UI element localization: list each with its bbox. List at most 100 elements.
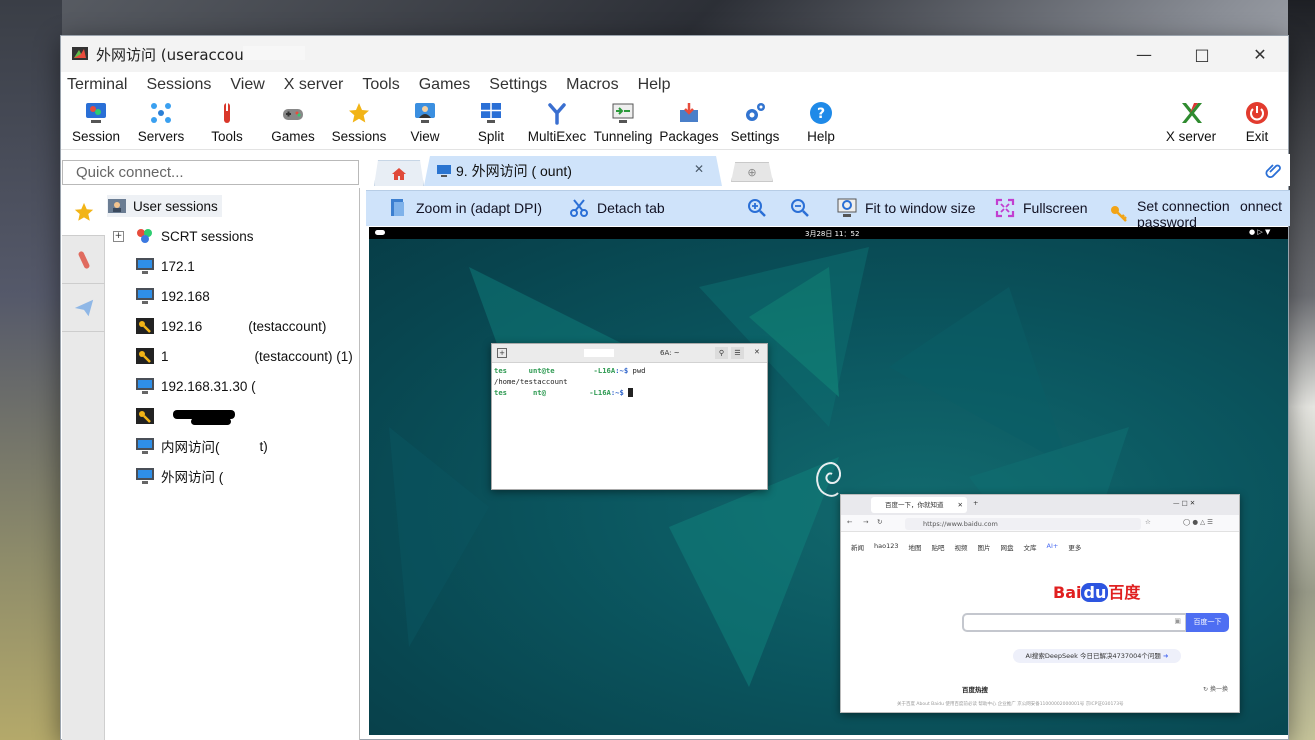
session-item[interactable]: 172.1 xyxy=(135,255,195,277)
close-icon[interactable]: ✕ xyxy=(754,348,760,356)
zoom-out-button[interactable] xyxy=(790,198,818,218)
mobaxterm-window: 外网访问 (useraccou — □ ✕ Terminal Sessions … xyxy=(60,35,1292,740)
redaction xyxy=(596,164,652,180)
view-icon xyxy=(412,100,438,126)
split-icon xyxy=(478,100,504,126)
scissors-icon xyxy=(569,198,589,218)
fullscreen-button[interactable]: Fullscreen xyxy=(995,198,1088,218)
menu-settings[interactable]: Settings xyxy=(489,76,547,94)
xserver-button[interactable]: X server xyxy=(1156,100,1226,144)
url-bar[interactable]: https://www.baidu.com xyxy=(905,518,1141,530)
user-sessions-folder[interactable]: User sessions xyxy=(107,195,222,217)
new-tab-button[interactable]: ⊕ xyxy=(731,162,773,182)
forward-icon[interactable]: → xyxy=(863,518,868,526)
minimize-button[interactable]: — xyxy=(1115,36,1173,72)
expand-toggle[interactable]: + xyxy=(113,231,124,242)
baidu-search-input[interactable]: ▣ xyxy=(962,613,1187,632)
multiexec-button[interactable]: MultiExec xyxy=(522,100,592,144)
bookmark-star-icon[interactable]: ☆ xyxy=(1145,518,1151,526)
back-icon[interactable]: ← xyxy=(847,518,852,526)
tab-home[interactable] xyxy=(374,160,424,186)
session-item[interactable]: 192.16 (testaccount) xyxy=(135,315,326,337)
tab-strip: 9. 外网访问 ( ount) ✕ ⊕ xyxy=(366,154,1290,186)
session-button[interactable]: Session xyxy=(61,100,131,144)
zoom-in-button[interactable] xyxy=(747,198,775,218)
tools-button[interactable]: Tools xyxy=(192,100,262,144)
help-button[interactable]: ? Help xyxy=(786,100,856,144)
sidebar-tab-sessions[interactable] xyxy=(62,188,105,236)
tab-close-icon[interactable]: ✕ xyxy=(958,497,963,513)
session-item[interactable] xyxy=(135,405,161,427)
nav-link[interactable]: hao123 xyxy=(874,542,899,552)
terminal-window[interactable]: + 6A: ~ ⚲ ☰ ✕ tes unt@te -L16A:~$ pwd/ho… xyxy=(491,343,768,490)
split-button[interactable]: Split xyxy=(456,100,526,144)
menu-view[interactable]: View xyxy=(230,76,264,94)
packages-button[interactable]: Packages xyxy=(654,100,724,144)
menu-icon[interactable]: ☰ xyxy=(731,347,744,359)
menu-macros[interactable]: Macros xyxy=(566,76,618,94)
extensions-icon[interactable]: ◯ ● △ ☰ xyxy=(1183,518,1213,526)
menu-xserver[interactable]: X server xyxy=(284,76,344,94)
session-item[interactable]: 192.168.31.30 ( xyxy=(135,375,256,397)
servers-button[interactable]: Servers xyxy=(126,100,196,144)
nav-link[interactable]: 更多 xyxy=(1068,542,1081,552)
tab-close-icon[interactable]: ✕ xyxy=(694,162,704,176)
ssh-key-icon xyxy=(135,347,155,365)
nav-link[interactable]: 网盘 xyxy=(1001,542,1014,552)
tunneling-button[interactable]: Tunneling xyxy=(588,100,658,144)
rdp-monitor-icon xyxy=(135,467,155,485)
ai-banner[interactable]: AI搜索DeepSeek 今日已解决4737004个问题 ➜ xyxy=(1013,649,1181,663)
exit-button[interactable]: Exit xyxy=(1222,100,1292,144)
browser-tab[interactable]: 百度一下，你就知道 ✕ xyxy=(871,497,967,513)
menu-sessions[interactable]: Sessions xyxy=(146,76,211,94)
session-item[interactable]: 内网访问( t) xyxy=(135,435,268,457)
nav-link[interactable]: 地图 xyxy=(909,542,922,552)
view-button[interactable]: View xyxy=(390,100,460,144)
fit-to-window-button[interactable]: Fit to window size xyxy=(837,198,975,218)
session-item[interactable]: 192.168 xyxy=(135,285,210,307)
nav-link[interactable]: 贴吧 xyxy=(932,542,945,552)
terminal-line: /home/testaccount xyxy=(494,377,568,386)
connect-button[interactable]: onnect xyxy=(1240,198,1282,214)
window-title: 外网访问 (useraccou xyxy=(96,45,244,64)
rdp-monitor-icon xyxy=(135,287,155,305)
nav-link[interactable]: AI+ xyxy=(1047,542,1059,552)
session-item[interactable]: 外网访问 ( xyxy=(135,465,223,487)
redaction xyxy=(243,46,305,60)
title-bar[interactable]: 外网访问 (useraccou — □ ✕ xyxy=(61,36,1288,72)
nav-link[interactable]: 视频 xyxy=(955,542,968,552)
sessions-button[interactable]: Sessions xyxy=(324,100,394,144)
menu-tools[interactable]: Tools xyxy=(362,76,399,94)
browser-window[interactable]: 百度一下，你就知道 ✕ + — □ ✕ ← → ↻ https://www.ba… xyxy=(840,494,1240,713)
games-button[interactable]: Games xyxy=(258,100,328,144)
close-button[interactable]: ✕ xyxy=(1231,36,1289,72)
quick-connect-input[interactable]: Quick connect... xyxy=(62,160,359,185)
menu-terminal[interactable]: Terminal xyxy=(67,76,127,94)
new-tab-icon[interactable]: + xyxy=(973,499,978,507)
remote-desktop-view[interactable]: 3月28日 11：52 ● ▷ ▼ + 6A: ~ ⚲ ☰ ✕ tes unt@… xyxy=(369,227,1288,735)
reload-icon[interactable]: ↻ xyxy=(877,518,882,526)
camera-icon[interactable]: ▣ xyxy=(1174,617,1181,625)
multiexec-icon xyxy=(544,100,570,126)
nav-link[interactable]: 文库 xyxy=(1024,542,1037,552)
scrt-sessions-folder[interactable]: SCRT sessions xyxy=(135,225,254,247)
sidebar-tab-macros[interactable] xyxy=(62,284,105,332)
refresh-hot-link[interactable]: ↻ 换一换 xyxy=(1203,684,1228,693)
window-controls[interactable]: — □ ✕ xyxy=(1173,499,1195,507)
new-tab-icon[interactable]: + xyxy=(497,348,507,358)
zoom-in-adapt-dpi-button[interactable]: Zoom in (adapt DPI) xyxy=(388,198,542,218)
detach-tab-button[interactable]: Detach tab xyxy=(569,198,665,218)
sidebar-tab-tools[interactable] xyxy=(62,236,105,284)
menu-help[interactable]: Help xyxy=(638,76,671,94)
menu-games[interactable]: Games xyxy=(419,76,471,94)
baidu-search-button[interactable]: 百度一下 xyxy=(1186,613,1229,632)
nav-link[interactable]: 新闻 xyxy=(851,542,864,552)
hot-search-title[interactable]: 百度热搜 xyxy=(962,684,988,694)
paperclip-icon[interactable] xyxy=(1264,160,1284,180)
maximize-button[interactable]: □ xyxy=(1173,36,1231,72)
tab-session-9[interactable]: 9. 外网访问 ( ount) ✕ xyxy=(424,156,722,186)
nav-link[interactable]: 图片 xyxy=(978,542,991,552)
search-icon[interactable]: ⚲ xyxy=(715,347,728,359)
settings-button[interactable]: Settings xyxy=(720,100,790,144)
session-item[interactable]: 1 (testaccount) (1) xyxy=(135,345,353,367)
